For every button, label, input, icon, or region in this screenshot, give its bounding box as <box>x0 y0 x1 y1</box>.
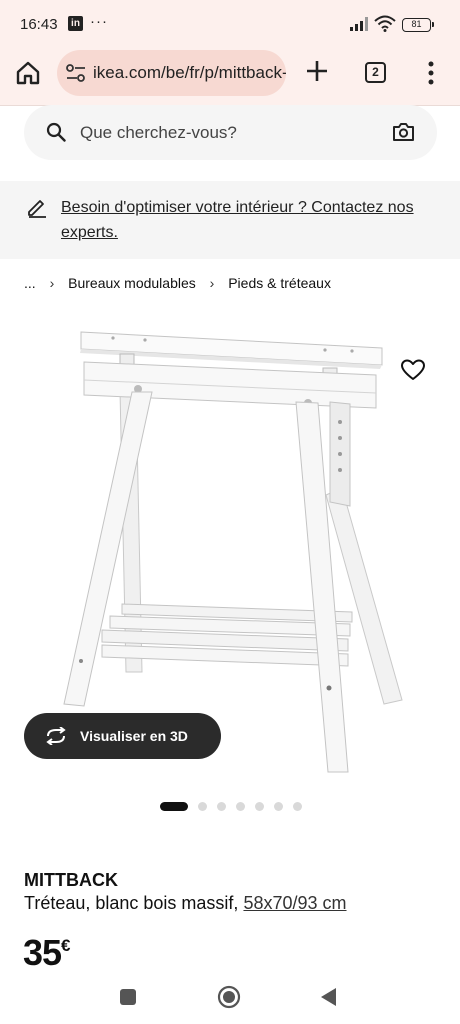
product-price: 35€ <box>23 932 71 974</box>
wifi-icon <box>374 15 396 32</box>
carousel-dot-active[interactable] <box>160 802 188 811</box>
price-amount: 35 <box>23 932 62 973</box>
home-circle-icon[interactable] <box>217 985 241 1009</box>
product-image[interactable] <box>50 320 410 780</box>
expert-help-link[interactable]: Besoin d'optimiser votre intérieur ? Con… <box>61 195 431 245</box>
linkedin-icon: in <box>68 16 83 31</box>
breadcrumb-ellipsis[interactable]: ... <box>24 275 36 291</box>
product-size-link[interactable]: 58x70/93 cm <box>243 893 346 913</box>
home-icon[interactable] <box>15 60 41 86</box>
product-description: Tréteau, blanc bois massif, 58x70/93 cm <box>24 893 347 914</box>
camera-search-icon[interactable] <box>392 121 415 142</box>
favorite-heart-icon[interactable] <box>400 358 426 382</box>
carousel-dot[interactable] <box>293 802 302 811</box>
browser-toolbar: ikea.com/be/fr/p/mittback-treteau 2 <box>0 48 460 106</box>
carousel-dot[interactable] <box>255 802 264 811</box>
signal-icon <box>350 17 368 31</box>
address-bar[interactable]: ikea.com/be/fr/p/mittback-treteau <box>57 50 286 96</box>
search-bar[interactable]: Que cherchez-vous? <box>24 105 437 160</box>
status-time: 16:43 <box>20 16 58 33</box>
chevron-right-icon: › <box>209 275 215 291</box>
expert-help-banner[interactable]: Besoin d'optimiser votre intérieur ? Con… <box>0 181 460 259</box>
price-currency: € <box>61 936 71 955</box>
system-navigation-bar <box>0 972 460 1024</box>
back-triangle-icon[interactable] <box>319 987 337 1007</box>
product-description-text: Tréteau, blanc bois massif, <box>24 893 239 913</box>
carousel-dot[interactable] <box>217 802 226 811</box>
battery-icon: 81 <box>402 18 434 32</box>
site-settings-icon[interactable] <box>65 63 87 83</box>
search-input[interactable]: Que cherchez-vous? <box>80 105 237 160</box>
carousel-dot[interactable] <box>236 802 245 811</box>
overflow-menu-icon[interactable] <box>424 60 438 86</box>
search-icon[interactable] <box>46 122 66 142</box>
carousel-dot[interactable] <box>198 802 207 811</box>
new-tab-icon[interactable] <box>304 58 330 84</box>
status-bar: 16:43 in ··· 81 <box>0 0 460 48</box>
url-text: ikea.com/be/fr/p/mittback-treteau <box>93 63 286 82</box>
pencil-icon <box>28 200 46 218</box>
breadcrumb-item-bureaux[interactable]: Bureaux modulables <box>68 275 196 291</box>
view-3d-button[interactable]: Visualiser en 3D <box>24 713 221 759</box>
view-3d-label: Visualiser en 3D <box>80 728 188 744</box>
tab-switcher-button[interactable]: 2 <box>365 62 386 83</box>
rotate-3d-icon <box>46 727 66 745</box>
more-notifications-icon: ··· <box>90 13 108 30</box>
breadcrumb-item-pieds[interactable]: Pieds & tréteaux <box>228 275 331 291</box>
carousel-dot[interactable] <box>274 802 283 811</box>
breadcrumb: ... › Bureaux modulables › Pieds & tréte… <box>24 275 331 291</box>
chevron-right-icon: › <box>49 275 55 291</box>
recent-apps-icon[interactable] <box>120 989 136 1005</box>
product-name: MITTBACK <box>24 870 118 890</box>
